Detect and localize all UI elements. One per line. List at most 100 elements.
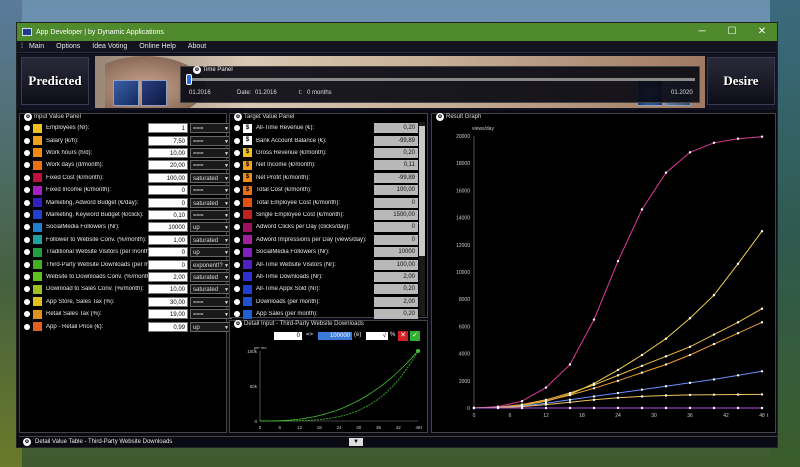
input-value-field[interactable]: 7,50 <box>148 135 188 146</box>
select-radio[interactable] <box>24 249 30 256</box>
select-radio[interactable] <box>24 286 30 293</box>
select-radio[interactable] <box>234 162 240 169</box>
banner: Predicted ⚙ Time Panel 01.2016 Date: 01.… <box>17 54 777 110</box>
input-value-field[interactable]: 100,00 <box>148 172 188 183</box>
select-radio[interactable] <box>24 149 30 156</box>
select-radio[interactable] <box>234 199 240 206</box>
time-slider-track[interactable] <box>189 78 695 81</box>
expand-chevron-icon[interactable]: ▼ <box>349 438 363 446</box>
select-radio[interactable] <box>24 162 30 169</box>
select-radio[interactable] <box>24 261 30 268</box>
trend-select[interactable]: === ▼ <box>190 135 232 146</box>
menu-about[interactable]: About <box>182 43 212 50</box>
input-value-field[interactable]: 0 <box>148 247 188 258</box>
select-radio[interactable] <box>24 211 30 218</box>
title-bar[interactable]: App Developer | by Dynamic Applications … <box>17 23 777 41</box>
select-radio[interactable] <box>234 261 240 268</box>
detail-pct-input[interactable]: √ <box>366 332 388 340</box>
select-radio[interactable] <box>24 125 30 132</box>
trend-select[interactable]: === ▼ <box>190 309 232 320</box>
select-radio[interactable] <box>24 174 30 181</box>
input-value-field[interactable]: 1,00 <box>148 234 188 245</box>
select-radio[interactable] <box>24 298 30 305</box>
input-value-field[interactable]: 2,00 <box>148 271 188 282</box>
select-radio[interactable] <box>234 311 240 318</box>
select-radio[interactable] <box>234 286 240 293</box>
select-radio[interactable] <box>234 236 240 243</box>
trend-select[interactable]: === ▼ <box>190 147 232 158</box>
input-value-field[interactable]: 19,00 <box>148 309 188 320</box>
input-value-field[interactable]: 0 <box>148 197 188 208</box>
cancel-icon[interactable]: ✕ <box>398 331 408 341</box>
input-value-field[interactable]: 10000 <box>148 222 188 233</box>
trend-select[interactable]: === ▼ <box>190 296 232 307</box>
input-row: Download to Sales Conv. (%/month): 10,00… <box>20 283 232 295</box>
maximize-button[interactable]: ☐ <box>717 23 747 41</box>
series-point <box>640 353 644 357</box>
input-value-field[interactable]: 20,00 <box>148 160 188 171</box>
select-radio[interactable] <box>24 224 30 231</box>
detail-from-input[interactable]: 0 <box>274 332 302 340</box>
input-value-field[interactable]: 0 <box>148 259 188 270</box>
predicted-button[interactable]: Predicted <box>21 57 89 105</box>
select-radio[interactable] <box>234 187 240 194</box>
select-radio[interactable] <box>24 236 30 243</box>
input-value-field[interactable]: 10,00 <box>148 284 188 295</box>
trend-select[interactable]: === ▼ <box>190 185 232 196</box>
input-row: Fixed Income (€/month): 0 === ▼ <box>20 184 232 196</box>
detail-to-input[interactable]: 100000 <box>318 332 352 340</box>
select-radio[interactable] <box>24 199 30 206</box>
trend-select[interactable]: saturated ▼ <box>190 284 232 295</box>
exit-door-icon[interactable] <box>141 80 167 106</box>
confirm-icon[interactable]: ✓ <box>410 331 420 341</box>
input-label: Third-Party Website Downloads (per month… <box>46 261 148 268</box>
trend-select[interactable]: === ▼ <box>190 160 232 171</box>
input-value-field[interactable]: 10,00 <box>148 147 188 158</box>
select-radio[interactable] <box>234 249 240 256</box>
trend-select[interactable]: saturated ▼ <box>190 234 232 245</box>
select-radio[interactable] <box>24 311 30 318</box>
close-button[interactable]: ✕ <box>747 23 777 41</box>
series-point <box>712 293 716 297</box>
trend-select[interactable]: saturated ▼ <box>190 197 232 208</box>
series-point <box>616 374 620 377</box>
target-row: SocialMedia Followers (Nr): 10000 <box>230 246 427 258</box>
select-radio[interactable] <box>234 137 240 144</box>
select-radio[interactable] <box>234 174 240 181</box>
time-slider-handle[interactable] <box>186 74 192 85</box>
window-view-icon[interactable] <box>113 80 139 106</box>
menu-main[interactable]: Main <box>23 43 50 50</box>
desire-button[interactable]: Desire <box>707 57 775 105</box>
series-point <box>664 337 668 340</box>
select-radio[interactable] <box>24 273 30 280</box>
menu-options[interactable]: Options <box>50 43 86 50</box>
series-point <box>712 141 716 144</box>
minimize-button[interactable]: ─ <box>687 23 717 41</box>
menu-idea-voting[interactable]: Idea Voting <box>86 43 133 50</box>
select-radio[interactable] <box>234 273 240 280</box>
trend-select[interactable]: up ▼ <box>190 222 232 233</box>
select-radio[interactable] <box>234 149 240 156</box>
input-value-field[interactable]: 0,99 <box>148 321 188 332</box>
select-radio[interactable] <box>234 211 240 218</box>
series-point <box>664 355 668 358</box>
select-radio[interactable] <box>24 187 30 194</box>
trend-select[interactable]: === ▼ <box>190 123 232 134</box>
trend-select[interactable]: === ▼ <box>190 209 232 220</box>
input-value-field[interactable]: 1 <box>148 123 188 134</box>
select-radio[interactable] <box>234 224 240 231</box>
trend-select[interactable]: saturated ▼ <box>190 172 232 183</box>
trend-select[interactable]: up ▼ <box>190 247 232 258</box>
input-value-field[interactable]: 30,00 <box>148 296 188 307</box>
select-radio[interactable] <box>24 323 30 330</box>
select-radio[interactable] <box>24 137 30 144</box>
trend-select[interactable]: saturated ▼ <box>190 271 232 282</box>
input-value-field[interactable]: 0 <box>148 185 188 196</box>
input-value-field[interactable]: 0,10 <box>148 209 188 220</box>
trend-select[interactable]: up ▼ <box>190 321 232 332</box>
parameter-icon <box>33 148 42 158</box>
select-radio[interactable] <box>234 298 240 305</box>
select-radio[interactable] <box>234 125 240 132</box>
menu-online-help[interactable]: Online Help <box>133 43 182 50</box>
trend-select[interactable]: exponent!? ▼ <box>190 259 232 270</box>
